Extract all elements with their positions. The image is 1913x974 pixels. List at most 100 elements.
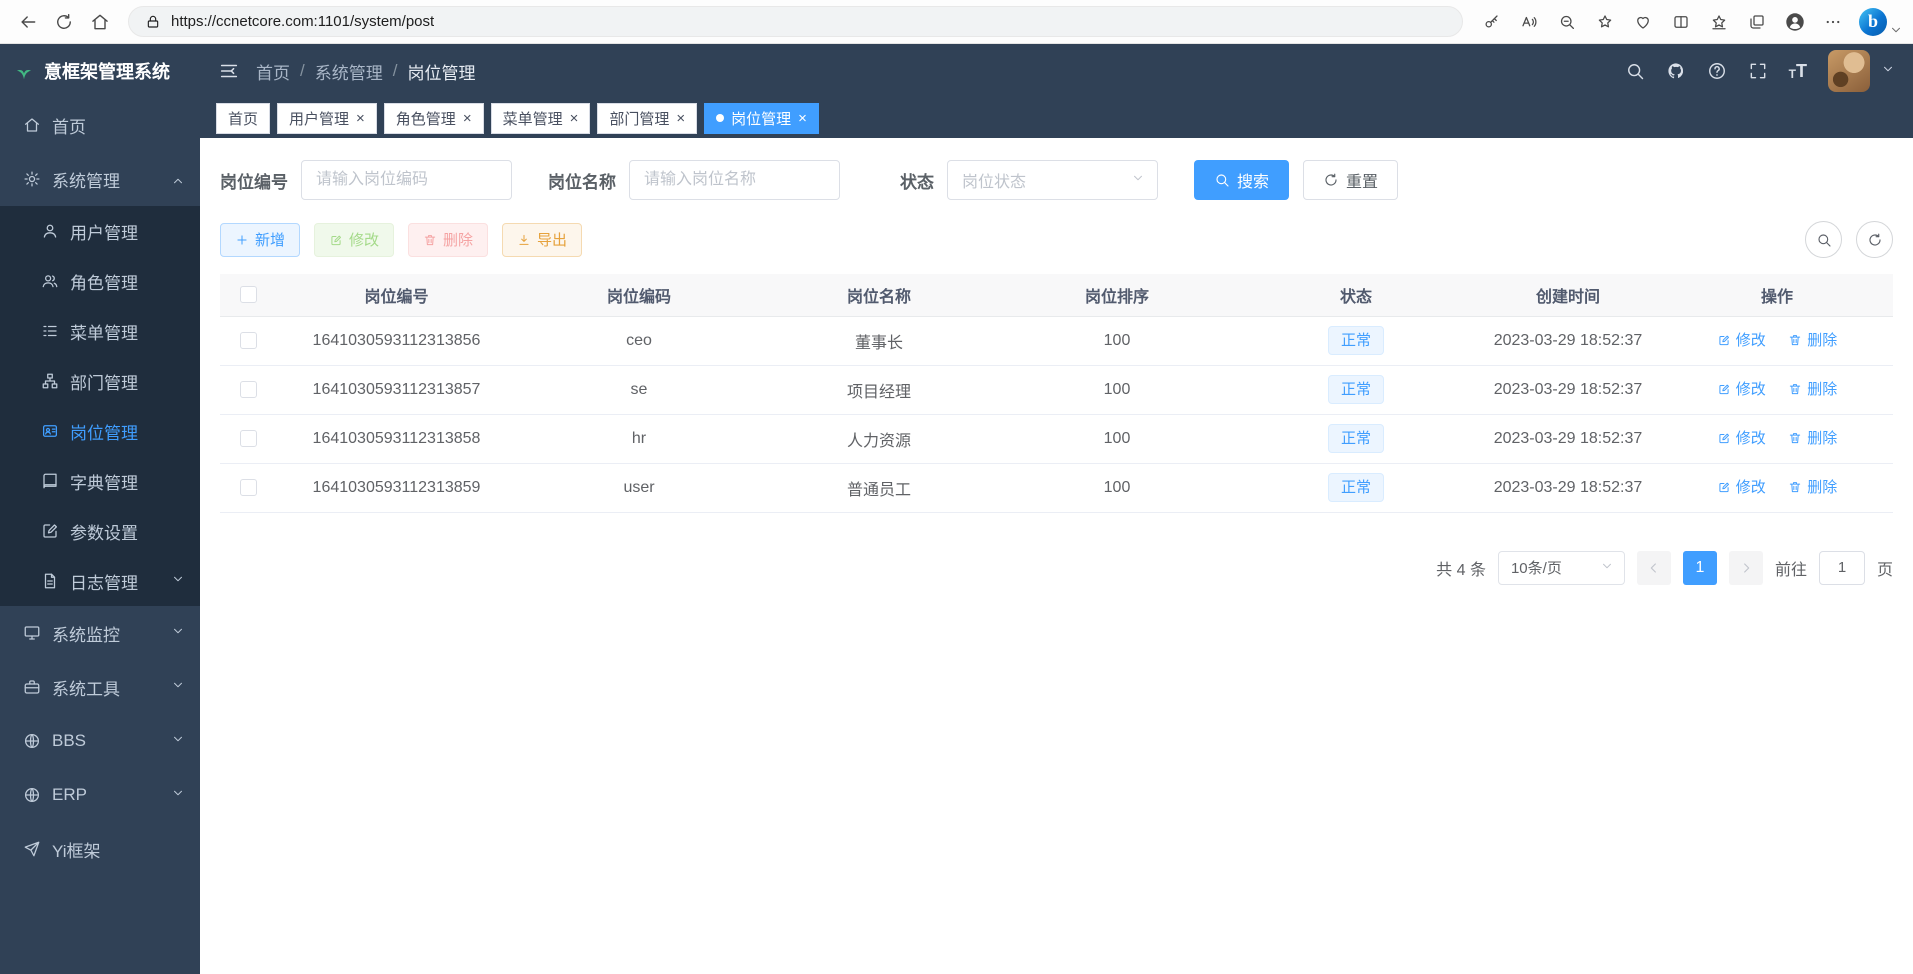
select-all-checkbox[interactable] (240, 286, 257, 303)
post-sort-cell: 100 (997, 414, 1237, 463)
bing-icon[interactable]: b (1859, 8, 1887, 36)
tab-home[interactable]: 首页 (216, 103, 270, 134)
sidebar-item-label: 用户管理 (70, 219, 138, 244)
reset-button[interactable]: 重置 (1303, 160, 1398, 200)
row-checkbox[interactable] (240, 430, 257, 447)
status-select[interactable]: 岗位状态 (947, 160, 1158, 200)
next-page-button[interactable] (1729, 551, 1763, 585)
zoom-button[interactable] (1549, 5, 1585, 39)
edit-icon (329, 233, 343, 247)
help-button[interactable] (1707, 61, 1727, 81)
prev-page-button[interactable] (1637, 551, 1671, 585)
zoom-icon (1558, 13, 1576, 31)
tab-close-icon[interactable]: × (798, 111, 807, 126)
split-screen-button[interactable] (1663, 5, 1699, 39)
edit-link-label: 修改 (1736, 329, 1766, 350)
sidebar-item-user-management[interactable]: 用户管理 (0, 206, 200, 256)
delete-button[interactable]: 删除 (408, 223, 488, 257)
tab-post-management[interactable]: 岗位管理 × (704, 103, 819, 134)
delete-link[interactable]: 删除 (1788, 476, 1837, 497)
back-button[interactable] (10, 5, 46, 39)
row-checkbox[interactable] (240, 381, 257, 398)
row-checkbox[interactable] (240, 332, 257, 349)
search-button[interactable]: 搜索 (1194, 160, 1289, 200)
home-button[interactable] (82, 5, 118, 39)
add-favorite-button[interactable] (1587, 5, 1623, 39)
browser-menu-button[interactable] (1815, 5, 1851, 39)
menu-collapse-button[interactable] (218, 60, 240, 82)
tab-close-icon[interactable]: × (356, 111, 365, 126)
download-icon (517, 233, 531, 247)
post-name-input[interactable] (629, 160, 840, 200)
page-1-button[interactable]: 1 (1683, 551, 1717, 585)
delete-link[interactable]: 删除 (1788, 378, 1837, 399)
sidebar-item-role-management[interactable]: 角色管理 (0, 256, 200, 306)
sidebar-item-yi-framework[interactable]: Yi框架 (0, 822, 200, 876)
tab-close-icon[interactable]: × (676, 111, 685, 126)
font-size-button[interactable]: TT (1789, 62, 1807, 80)
app-header: 首页 / 系统管理 / 岗位管理 (200, 44, 1913, 98)
post-code-input[interactable] (301, 160, 512, 200)
edit-link[interactable]: 修改 (1717, 378, 1766, 399)
sidebar-item-bbs[interactable]: BBS (0, 714, 200, 768)
delete-link[interactable]: 删除 (1788, 329, 1837, 350)
favorites-button[interactable] (1701, 5, 1737, 39)
tab-menu-management[interactable]: 菜单管理 × (491, 103, 591, 134)
sidebar-item-menu-management[interactable]: 菜单管理 (0, 306, 200, 356)
sidebar-item-parameter-settings[interactable]: 参数设置 (0, 506, 200, 556)
tab-close-icon[interactable]: × (570, 111, 579, 126)
caret-down-icon[interactable] (1881, 62, 1895, 81)
edit-link[interactable]: 修改 (1717, 476, 1766, 497)
globe-icon (22, 732, 41, 750)
toggle-search-button[interactable] (1805, 221, 1842, 258)
edit-link[interactable]: 修改 (1717, 329, 1766, 350)
app-title: 意框架管理系统 (44, 58, 170, 84)
address-bar[interactable]: https://ccnetcore.com:1101/system/post (128, 6, 1463, 37)
breadcrumb-item-system[interactable]: 系统管理 (315, 59, 383, 84)
goto-page-input[interactable] (1819, 551, 1865, 585)
delete-link-label: 删除 (1807, 329, 1837, 350)
sidebar-item-erp[interactable]: ERP (0, 768, 200, 822)
status-badge: 正常 (1328, 375, 1384, 404)
edit-button[interactable]: 修改 (314, 223, 394, 257)
edit-icon (1717, 382, 1731, 396)
export-button[interactable]: 导出 (502, 223, 582, 257)
tab-label: 菜单管理 (503, 108, 563, 129)
column-header-create-time: 创建时间 (1475, 274, 1661, 316)
page-size-select[interactable]: 10条/页 (1498, 551, 1625, 585)
edit-link[interactable]: 修改 (1717, 427, 1766, 448)
refresh-table-button[interactable] (1856, 221, 1893, 258)
sidebar-item-system-management[interactable]: 系统管理 (0, 152, 200, 206)
tab-close-icon[interactable]: × (463, 111, 472, 126)
delete-link[interactable]: 删除 (1788, 427, 1837, 448)
header-search-button[interactable] (1625, 61, 1645, 81)
tab-role-management[interactable]: 角色管理 × (384, 103, 484, 134)
sidebar-item-home[interactable]: 首页 (0, 98, 200, 152)
read-aloud-button[interactable] (1511, 5, 1547, 39)
sidebar-item-department-management[interactable]: 部门管理 (0, 356, 200, 406)
sidebar-item-log-management[interactable]: 日志管理 (0, 556, 200, 606)
add-button[interactable]: 新增 (220, 223, 300, 257)
bing-caret-icon[interactable] (1889, 23, 1903, 37)
github-button[interactable] (1666, 61, 1686, 81)
refresh-button[interactable] (46, 5, 82, 39)
sidebar-item-system-monitor[interactable]: 系统监控 (0, 606, 200, 660)
status-label: 状态 (900, 168, 934, 193)
collections-button[interactable] (1739, 5, 1775, 39)
sidebar-item-dict-management[interactable]: 字典管理 (0, 456, 200, 506)
tab-label: 用户管理 (289, 108, 349, 129)
tab-user-management[interactable]: 用户管理 × (277, 103, 377, 134)
sidebar-item-post-management[interactable]: 岗位管理 (0, 406, 200, 456)
fullscreen-button[interactable] (1748, 61, 1768, 81)
avatar[interactable] (1828, 50, 1870, 92)
password-button[interactable] (1473, 5, 1509, 39)
url-text: https://ccnetcore.com:1101/system/post (171, 13, 434, 30)
sidebar-item-system-tools[interactable]: 系统工具 (0, 660, 200, 714)
browser-essentials-button[interactable] (1625, 5, 1661, 39)
row-checkbox[interactable] (240, 479, 257, 496)
breadcrumb-item-home[interactable]: 首页 (256, 59, 290, 84)
browser-profile-button[interactable] (1777, 5, 1813, 39)
create-time-cell: 2023-03-29 18:52:37 (1475, 463, 1661, 512)
app-window: 意框架管理系统 首页 系统管理 用户管理 (0, 44, 1913, 974)
tab-department-management[interactable]: 部门管理 × (597, 103, 697, 134)
